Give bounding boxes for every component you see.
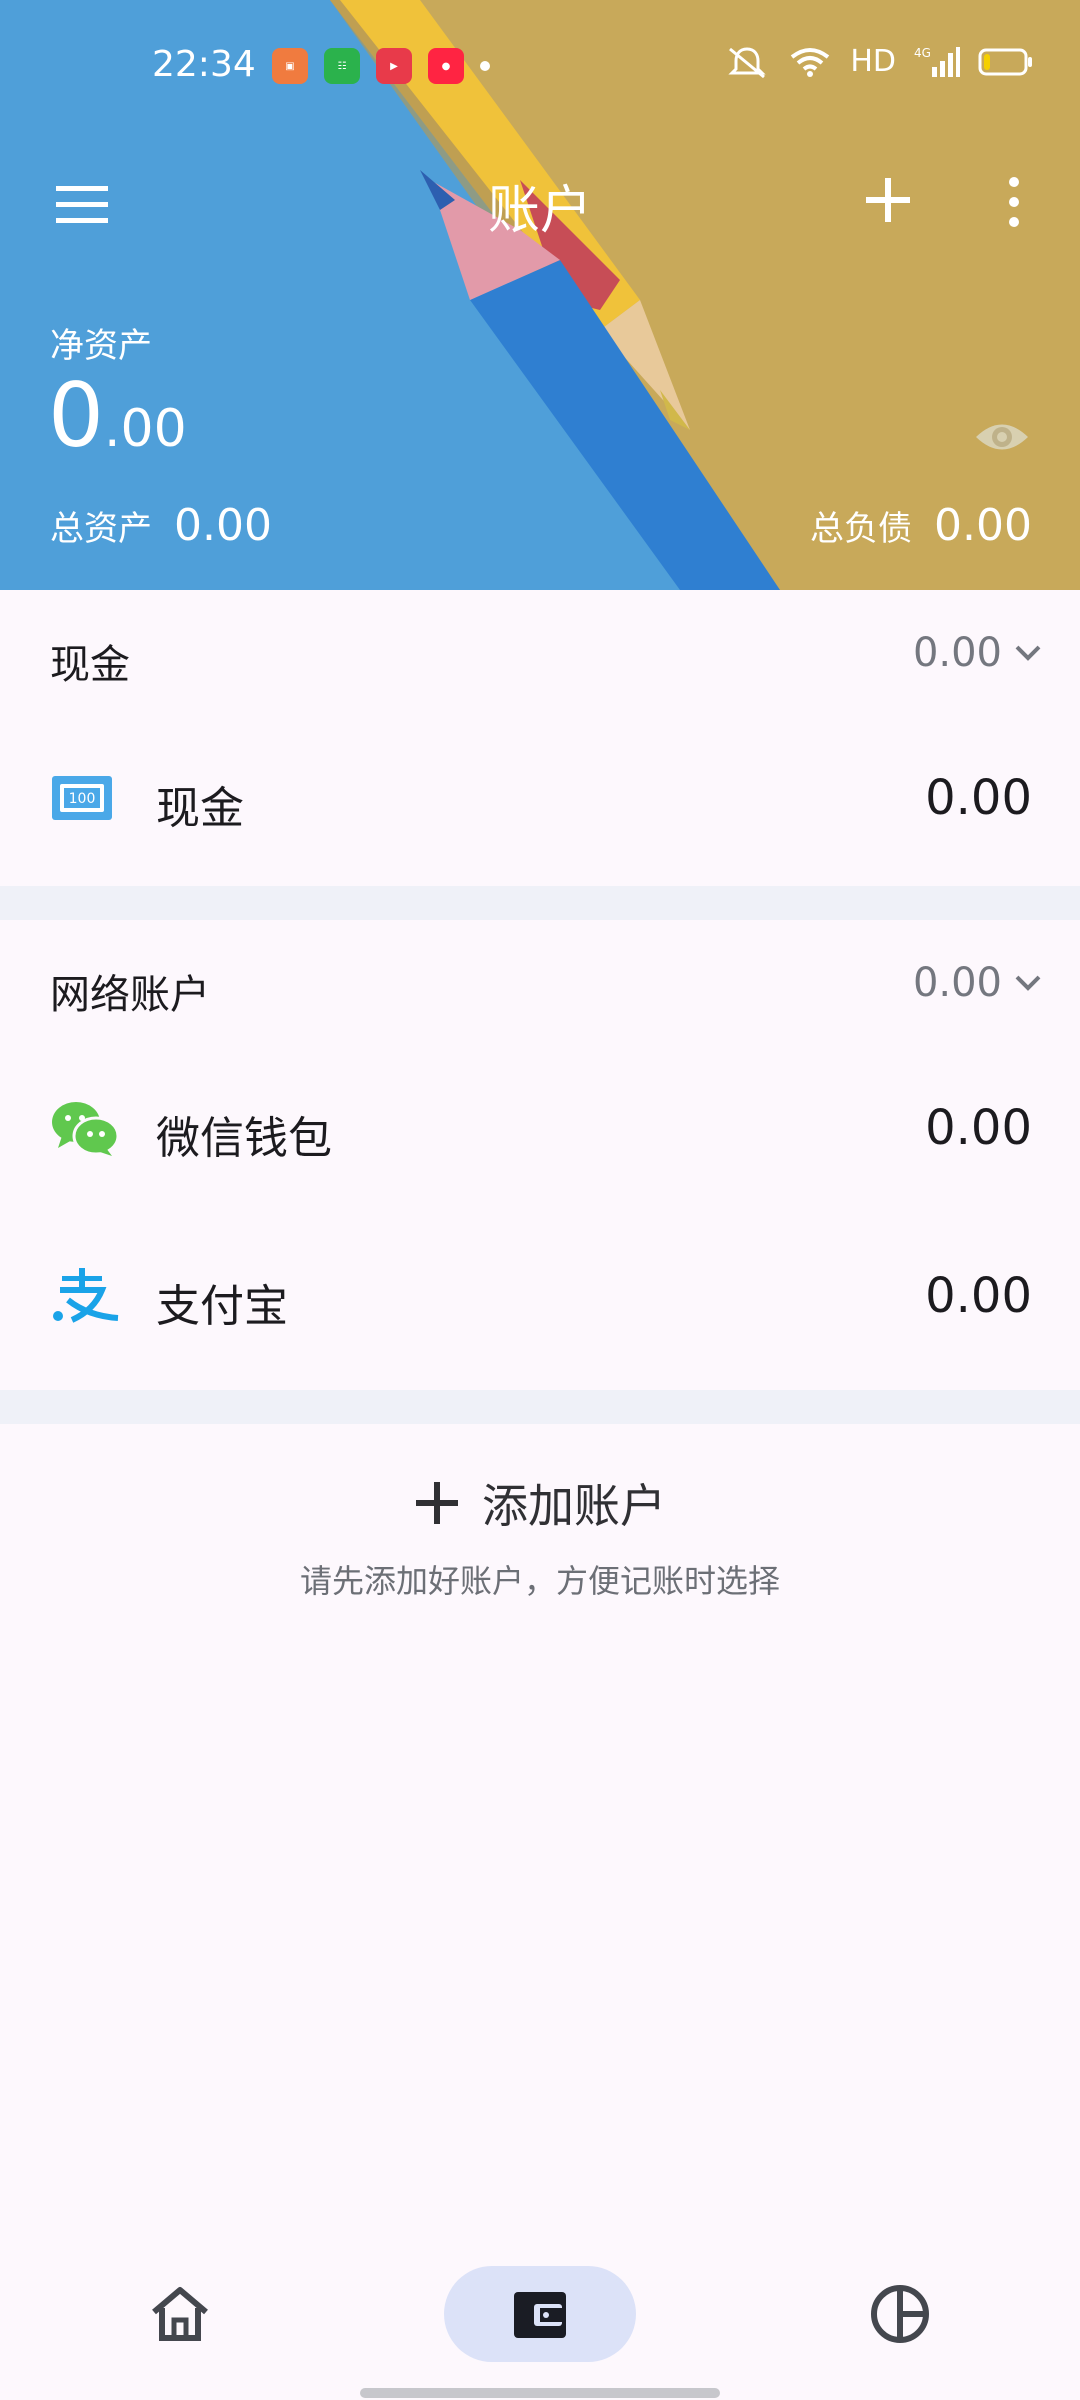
- total-assets: 总资产 0.00: [50, 500, 272, 551]
- total-assets-label: 总资产: [50, 509, 152, 549]
- chevron-down-icon: [1015, 645, 1041, 661]
- gesture-home-bar[interactable]: [360, 2388, 720, 2398]
- online-accounts-section: 网络账户 0.00 微信钱包 0.00 支付宝 0.00: [0, 920, 1080, 1424]
- nav-accounts[interactable]: [444, 2266, 636, 2362]
- account-amount: 0.00: [925, 1100, 1032, 1156]
- account-row-wechat[interactable]: 微信钱包 0.00: [0, 1066, 1080, 1186]
- plus-icon[interactable]: [862, 174, 914, 226]
- section-toggle-online[interactable]: 0.00: [913, 960, 1042, 1006]
- mute-bell-icon: [728, 46, 766, 78]
- system-status-icons: HD 4G: [724, 44, 1034, 79]
- section-total-online: 0.00: [912, 960, 1002, 1006]
- chevron-down-icon: [1015, 975, 1041, 991]
- top-app-bar: 账户: [0, 160, 1080, 250]
- more-vertical-icon[interactable]: [1000, 174, 1028, 230]
- cash-banknote-icon: 100: [52, 776, 112, 820]
- alipay-icon: [53, 1268, 119, 1323]
- notification-app-icons: ▣ ☷ ▶ ●: [272, 48, 490, 84]
- add-account-area: 添加账户 请先添加好账户，方便记账时选择: [0, 1470, 1080, 1602]
- net-assets-integer: 0: [48, 364, 104, 467]
- eye-icon[interactable]: [972, 414, 1032, 460]
- net-assets-label: 净资产: [50, 326, 152, 366]
- account-name: 现金: [156, 783, 244, 834]
- total-debt-value: 0.00: [934, 500, 1032, 551]
- add-account-hint: 请先添加好账户，方便记账时选择: [299, 1562, 780, 1600]
- account-amount: 0.00: [925, 1268, 1032, 1324]
- more-notifications-dot: [480, 61, 490, 71]
- green-app-icon: ☷: [324, 48, 360, 84]
- svg-text:100: 100: [69, 791, 96, 807]
- wallet-icon: [514, 2292, 566, 2338]
- network-type-label: HD: [850, 44, 896, 79]
- nav-statistics[interactable]: [804, 2266, 996, 2362]
- video-app-icon: ▶: [376, 48, 412, 84]
- net-assets-decimal: .00: [104, 399, 187, 459]
- status-time: 22:34: [152, 44, 256, 85]
- account-name: 支付宝: [156, 1281, 288, 1332]
- add-account-button[interactable]: 添加账户: [414, 1470, 666, 1536]
- section-toggle-cash[interactable]: 0.00: [913, 630, 1042, 676]
- wifi-icon: [791, 47, 830, 77]
- cell-signal-icon: 4G: [914, 46, 960, 77]
- total-debt: 总负债 0.00: [810, 500, 1032, 551]
- section-total-cash: 0.00: [912, 630, 1002, 676]
- home-icon: [152, 2287, 208, 2341]
- plus-icon: [416, 1482, 458, 1524]
- cash-section: 现金 0.00 100 现金 0.00: [0, 590, 1080, 886]
- battery-icon: [978, 48, 1032, 75]
- section-divider: [0, 886, 1080, 920]
- account-header-banner: 22:34 ▣ ☷ ▶ ● HD 4G 账户 净资产 0.00 总资产 0.00…: [0, 0, 1080, 590]
- add-account-label: 添加账户: [482, 1479, 666, 1533]
- bottom-navigation: [0, 2228, 1080, 2400]
- book-app-icon: ▣: [272, 48, 308, 84]
- battery-level-fill: [984, 53, 990, 70]
- total-assets-value: 0.00: [174, 500, 272, 551]
- section-title-online: 网络账户: [50, 972, 210, 1018]
- account-amount: 0.00: [925, 770, 1032, 826]
- account-row-alipay[interactable]: 支付宝 0.00: [0, 1234, 1080, 1354]
- account-name: 微信钱包: [156, 1113, 332, 1164]
- status-bar: 22:34 ▣ ☷ ▶ ● HD 4G: [0, 36, 1080, 104]
- section-divider: [0, 1390, 1080, 1424]
- signal-type-label: 4G: [914, 46, 931, 60]
- net-assets-value: 0.00: [48, 372, 187, 460]
- wechat-icon: [52, 1102, 120, 1156]
- pie-chart-icon: [871, 2285, 929, 2343]
- account-row-cash[interactable]: 100 现金 0.00: [0, 736, 1080, 856]
- total-debt-label: 总负债: [810, 509, 913, 549]
- nav-home[interactable]: [84, 2266, 276, 2362]
- xiaohongshu-app-icon: ●: [428, 48, 464, 84]
- section-title-cash: 现金: [50, 642, 130, 688]
- page-title: 账户: [487, 181, 592, 241]
